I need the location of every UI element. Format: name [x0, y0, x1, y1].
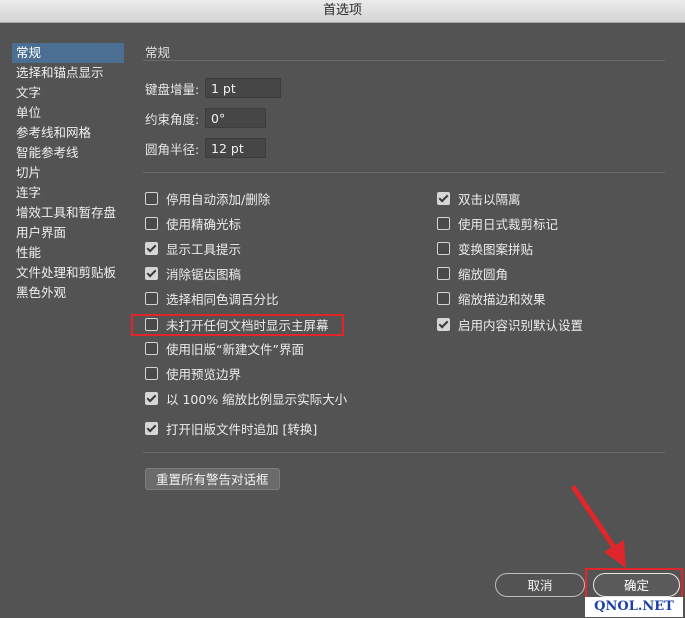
option-anti-aliased-artwork[interactable]: 消除锯齿图稿 [145, 264, 241, 282]
checkbox[interactable] [145, 266, 158, 280]
option-label: 启用内容识别默认设置 [458, 317, 584, 333]
constrain-angle-row: 约束角度: 0° [145, 108, 266, 128]
option-label: 缩放描边和效果 [458, 291, 546, 307]
option-double-click-isolate[interactable]: 双击以隔离 [437, 189, 521, 207]
checkbox[interactable] [145, 216, 158, 230]
checkbox[interactable] [145, 421, 158, 435]
checkbox[interactable] [437, 216, 450, 230]
option-label: 使用旧版“新建文件”界面 [166, 341, 304, 357]
window-title: 首选项 [0, 0, 685, 23]
option-precise-cursors[interactable]: 使用精确光标 [145, 214, 241, 232]
option-label: 选择相同色调百分比 [166, 291, 279, 307]
sidebar-item-hyphenation[interactable]: 连字 [12, 183, 124, 203]
checkbox[interactable] [437, 291, 450, 305]
site-watermark: QNOL.NET [585, 597, 683, 617]
option-label: 以 100% 缩放比例显示实际大小 [166, 391, 348, 407]
option-label: 双击以隔离 [458, 191, 521, 207]
option-label: 消除锯齿图稿 [166, 266, 242, 282]
sidebar-item-black-appearance[interactable]: 黑色外观 [12, 283, 124, 303]
option-append-converted[interactable]: 打开旧版文件时追加 [转换] [145, 419, 317, 437]
option-scale-strokes-effects[interactable]: 缩放描边和效果 [437, 289, 546, 307]
option-content-aware-defaults[interactable]: 启用内容识别默认设置 [437, 315, 583, 333]
annotation-highlight-home-screen [131, 314, 344, 336]
option-label: 使用预览边界 [166, 366, 242, 382]
option-label: 缩放圆角 [458, 266, 509, 282]
sidebar-item-smart-guides[interactable]: 智能参考线 [12, 143, 124, 163]
checkbox[interactable] [145, 291, 158, 305]
option-display-actual-size-100[interactable]: 以 100% 缩放比例显示实际大小 [145, 389, 347, 407]
reset-warning-dialogs-button[interactable]: 重置所有警告对话框 [145, 468, 280, 490]
option-disable-auto-add-delete[interactable]: 停用自动添加/删除 [145, 189, 270, 207]
corner-radius-row: 圆角半径: 12 pt [145, 138, 266, 158]
constrain-angle-input[interactable]: 0° [205, 108, 266, 128]
option-transform-pattern-tiles[interactable]: 变换图案拼贴 [437, 239, 533, 257]
annotation-arrow-icon [571, 485, 626, 568]
checkbox[interactable] [145, 366, 158, 380]
options-divider [143, 172, 665, 173]
option-label: 停用自动添加/删除 [166, 191, 271, 207]
option-use-preview-bounds[interactable]: 使用预览边界 [145, 364, 241, 382]
sidebar-item-general[interactable]: 常规 [12, 43, 124, 63]
corner-radius-label: 圆角半径: [145, 141, 200, 157]
option-select-same-tint[interactable]: 选择相同色调百分比 [145, 289, 279, 307]
keyboard-increment-input[interactable]: 1 pt [205, 78, 281, 98]
checkbox[interactable] [437, 191, 450, 205]
cancel-button[interactable]: 取消 [495, 573, 585, 597]
sidebar-item-guides-grid[interactable]: 参考线和网格 [12, 123, 124, 143]
keyboard-increment-label: 键盘增量: [145, 81, 200, 97]
checkbox[interactable] [437, 266, 450, 280]
keyboard-increment-row: 键盘增量: 1 pt [145, 78, 281, 98]
constrain-angle-label: 约束角度: [145, 111, 200, 127]
preferences-dialog: 首选项 常规 选择和锚点显示 文字 单位 参考线和网格 智能参考线 切片 连字 … [0, 0, 685, 618]
option-label: 显示工具提示 [166, 241, 242, 257]
option-legacy-new-file-interface[interactable]: 使用旧版“新建文件”界面 [145, 339, 304, 357]
sidebar-item-selection-anchor-display[interactable]: 选择和锚点显示 [12, 63, 124, 83]
sidebar-item-plugins-scratch-disks[interactable]: 增效工具和暂存盘 [12, 203, 124, 223]
option-japanese-crop-marks[interactable]: 使用日式裁剪标记 [437, 214, 558, 232]
checkbox[interactable] [437, 317, 450, 331]
checkbox[interactable] [145, 241, 158, 255]
sidebar-item-type[interactable]: 文字 [12, 83, 124, 103]
sidebar-item-units[interactable]: 单位 [12, 103, 124, 123]
preferences-sidebar: 常规 选择和锚点显示 文字 单位 参考线和网格 智能参考线 切片 连字 增效工具… [12, 43, 124, 303]
checkbox[interactable] [145, 191, 158, 205]
sidebar-item-file-handling-clipboard[interactable]: 文件处理和剪贴板 [12, 263, 124, 283]
corner-radius-input[interactable]: 12 pt [205, 138, 266, 158]
option-label: 变换图案拼贴 [458, 241, 534, 257]
option-label: 打开旧版文件时追加 [转换] [166, 421, 318, 437]
sidebar-item-performance[interactable]: 性能 [12, 243, 124, 263]
option-scale-corners[interactable]: 缩放圆角 [437, 264, 508, 282]
option-label: 使用日式裁剪标记 [458, 216, 559, 232]
option-label: 使用精确光标 [166, 216, 242, 232]
sidebar-item-user-interface[interactable]: 用户界面 [12, 223, 124, 243]
checkbox[interactable] [145, 341, 158, 355]
section-title: 常规 [145, 45, 171, 60]
reset-divider [143, 452, 665, 453]
checkbox[interactable] [437, 241, 450, 255]
section-divider [143, 60, 665, 61]
option-show-tool-tips[interactable]: 显示工具提示 [145, 239, 241, 257]
checkbox[interactable] [145, 391, 158, 405]
sidebar-item-slices[interactable]: 切片 [12, 163, 124, 183]
